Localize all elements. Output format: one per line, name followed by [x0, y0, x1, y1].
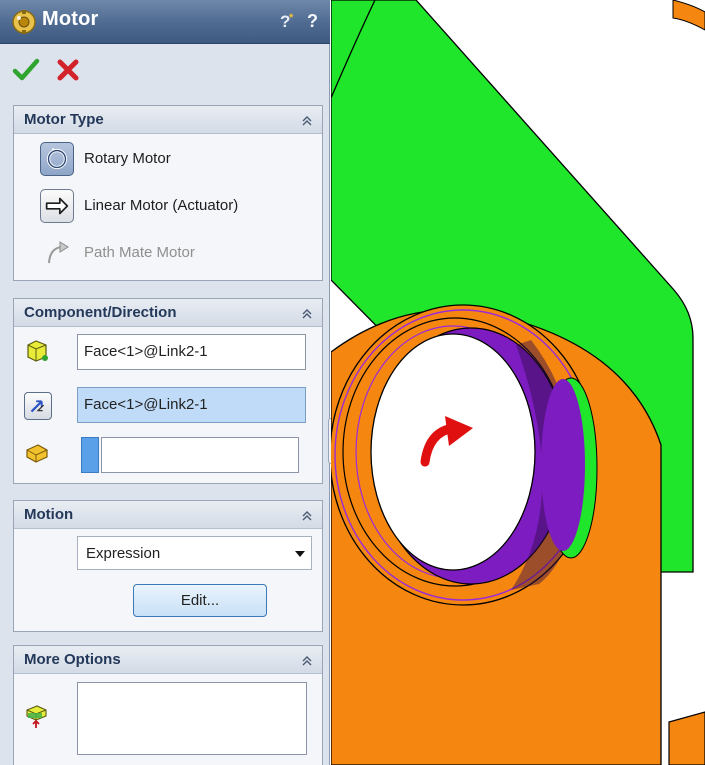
checkmark-icon[interactable]: [12, 56, 40, 84]
component-location-field[interactable]: Face<1>@Link2-1: [77, 334, 306, 370]
property-manager-panel: Motor ? * ? Motor Type Rotary Motor Line…: [0, 0, 330, 765]
linear-motor-button[interactable]: [40, 189, 74, 223]
motion-type-value: Expression: [86, 545, 161, 562]
more-options-title: More Options: [24, 651, 121, 668]
close-x-icon[interactable]: [54, 56, 82, 84]
load-bearing-faces-field[interactable]: [81, 437, 299, 473]
collapse-chevron-icon[interactable]: [300, 114, 314, 128]
dropdown-arrow-icon: [295, 551, 305, 557]
reverse-direction-button[interactable]: [24, 392, 52, 420]
selection-focus-bar: [81, 437, 99, 473]
reverse-direction-icon: [30, 400, 45, 413]
component-direction-group: Component/Direction Face<1>@Link2-1 Face…: [13, 298, 323, 484]
more-options-header[interactable]: More Options: [14, 646, 322, 674]
edit-button[interactable]: Edit...: [133, 584, 267, 617]
path-mate-motor-icon: [48, 241, 69, 264]
collapse-chevron-icon[interactable]: [300, 654, 314, 668]
collapse-chevron-icon[interactable]: [300, 509, 314, 523]
motion-header[interactable]: Motion: [14, 501, 322, 529]
motion-type-select[interactable]: Expression: [77, 536, 312, 570]
motor-direction-field[interactable]: Face<1>@Link2-1: [77, 387, 306, 423]
rotary-motor-button[interactable]: [40, 142, 74, 176]
motor-type-header[interactable]: Motor Type: [14, 106, 322, 134]
whats-wrong-help-icon[interactable]: ? *: [278, 10, 300, 32]
svg-text:?: ?: [307, 11, 318, 31]
component-direction-title: Component/Direction: [24, 304, 177, 321]
part-selection-icon: [26, 705, 47, 728]
rotary-motor-label: Rotary Motor: [84, 150, 171, 167]
load-bearing-faces-box[interactable]: [101, 437, 299, 473]
help-icon[interactable]: ?: [304, 10, 324, 32]
load-bearing-faces-icon: [26, 444, 48, 463]
model-view[interactable]: [331, 0, 705, 765]
motion-group: Motion Expression Edit...: [13, 500, 323, 632]
component-direction-header[interactable]: Component/Direction: [14, 299, 322, 327]
graphics-viewport[interactable]: [331, 0, 705, 765]
title-bar: Motor ? * ?: [0, 0, 330, 44]
more-options-selection-list[interactable]: [77, 682, 307, 755]
motor-type-title: Motor Type: [24, 111, 104, 128]
linear-motor-label: Linear Motor (Actuator): [84, 197, 239, 214]
more-options-group: More Options: [13, 645, 323, 765]
component-location-icon: [27, 340, 48, 362]
linear-motor-icon: [45, 197, 69, 215]
rotary-motor-icon: [46, 147, 68, 170]
motion-title: Motion: [24, 506, 74, 523]
window-title: Motor: [42, 8, 99, 30]
motor-type-group: Motor Type Rotary Motor Linear Motor (Ac…: [13, 105, 323, 281]
collapse-chevron-icon[interactable]: [300, 307, 314, 321]
svg-text:*: *: [289, 12, 294, 24]
path-mate-motor-label: Path Mate Motor: [84, 244, 195, 261]
motor-icon: [12, 10, 36, 34]
